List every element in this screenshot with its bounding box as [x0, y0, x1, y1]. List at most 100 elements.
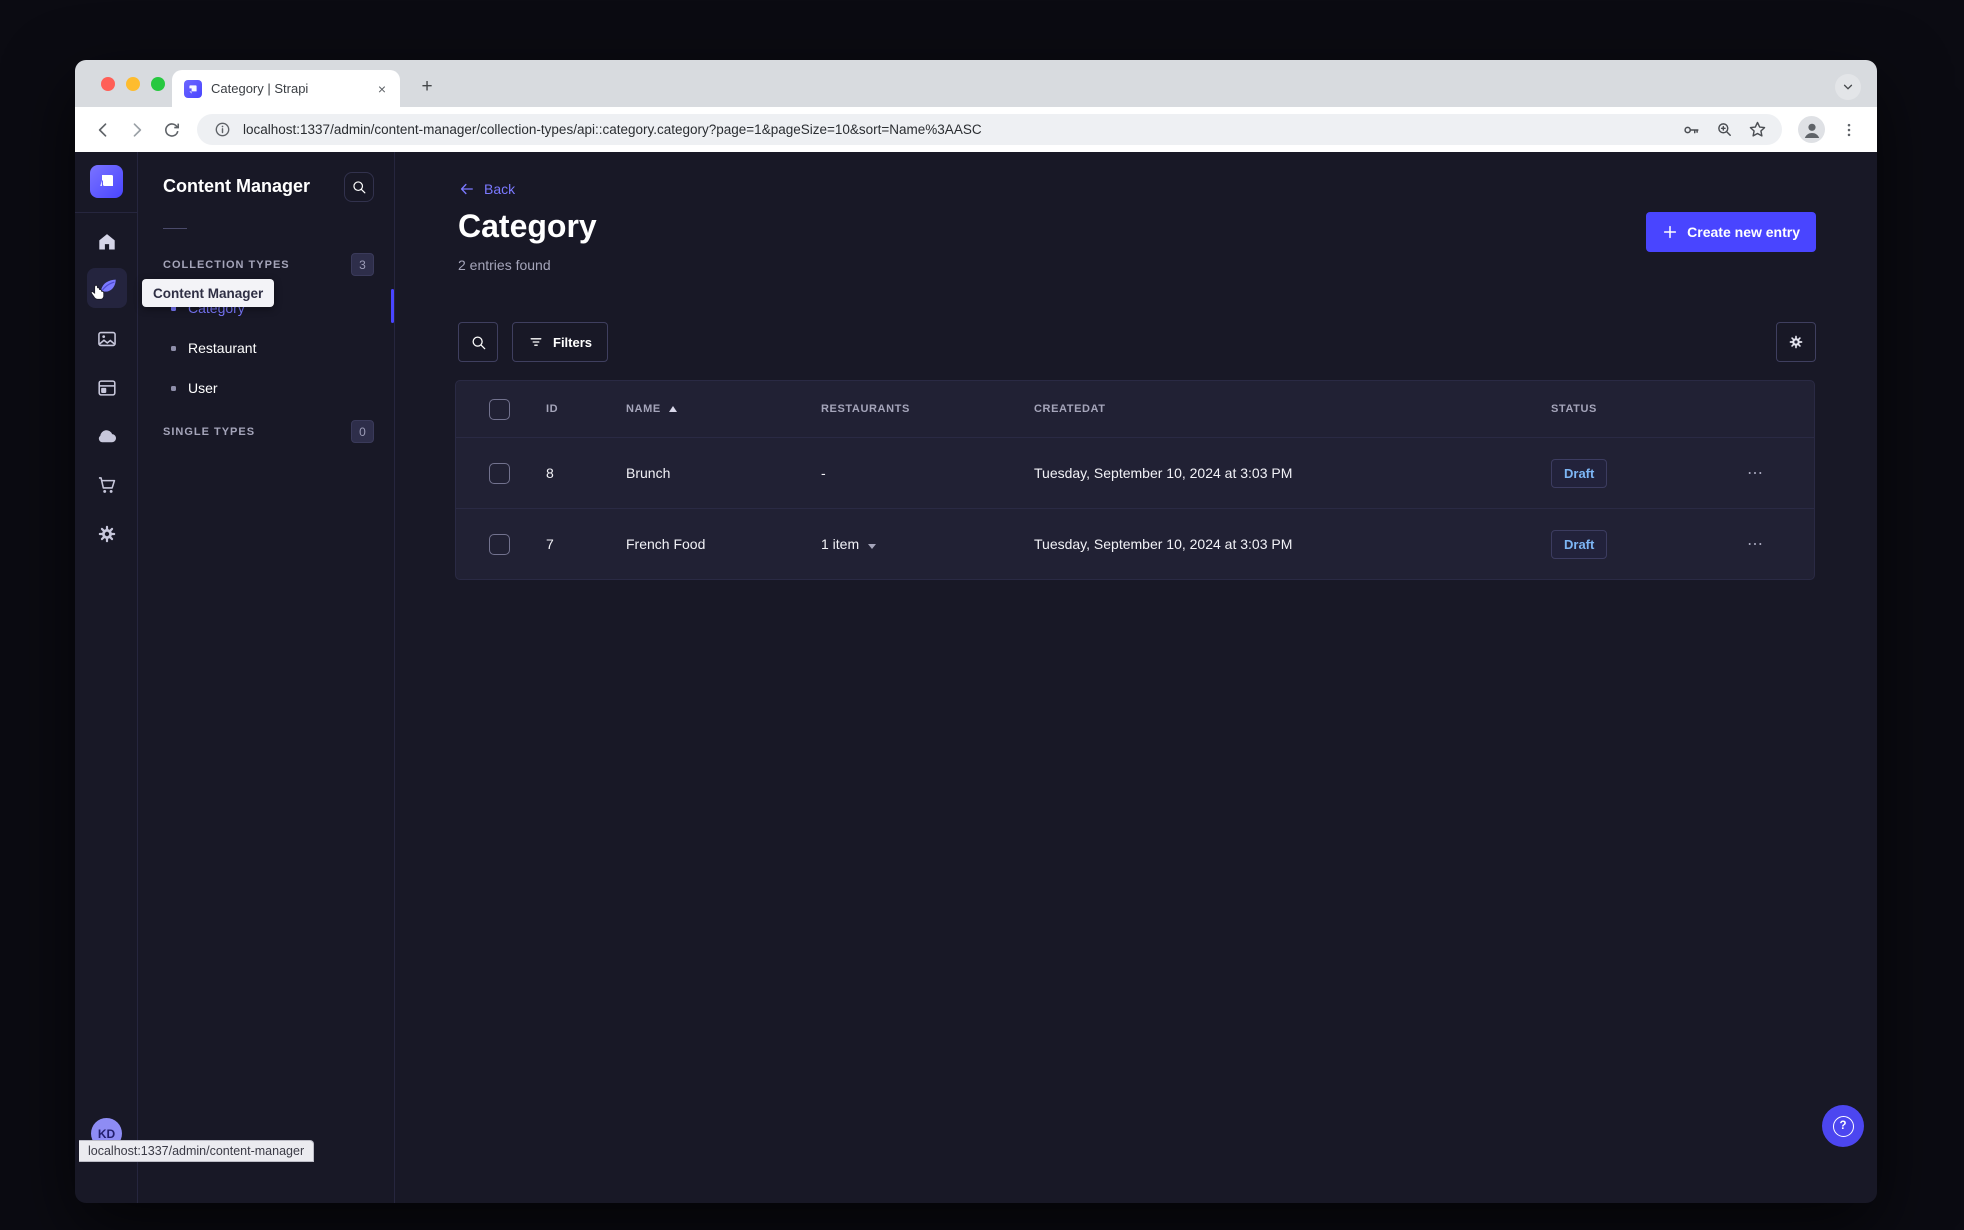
content-type-builder-icon — [98, 380, 116, 396]
sidebar-item-home[interactable] — [87, 222, 127, 262]
reload-icon — [164, 123, 179, 137]
cell-id: 8 — [546, 465, 554, 481]
table-header-row: ID NAME RESTAURANTS CREATEDAT STATUS — [456, 381, 1814, 437]
browser-window: Category | Strapi × + localhost:1337/adm… — [75, 60, 1877, 1203]
chevron-down-icon — [868, 544, 877, 549]
column-header-status[interactable]: STATUS — [1551, 403, 1741, 415]
tab-close-icon[interactable]: × — [376, 81, 388, 97]
row-actions-button[interactable]: ⋯ — [1741, 463, 1814, 483]
tab-strip: Category | Strapi × + — [75, 60, 1877, 107]
column-header-restaurants[interactable]: RESTAURANTS — [821, 403, 1034, 415]
filters-button-label: Filters — [553, 334, 593, 350]
view-settings-button[interactable] — [1776, 322, 1816, 362]
address-bar[interactable]: localhost:1337/admin/content-manager/col… — [197, 114, 1782, 145]
row-checkbox[interactable] — [489, 533, 510, 555]
search-icon — [472, 336, 485, 349]
column-header-createdat[interactable]: CREATEDAT — [1034, 403, 1551, 415]
password-manager-icon[interactable] — [1679, 118, 1703, 142]
row-actions-button[interactable]: ⋯ — [1741, 534, 1814, 554]
sidebar-item-deploy[interactable] — [87, 416, 127, 456]
row-checkbox[interactable] — [489, 462, 510, 484]
cell-name: Brunch — [626, 465, 671, 481]
back-button[interactable] — [87, 114, 119, 146]
link-preview-statusbar: localhost:1337/admin/content-manager — [79, 1140, 315, 1162]
column-header-id[interactable]: ID — [546, 403, 626, 415]
active-item-indicator — [391, 289, 394, 323]
back-link[interactable]: Back — [458, 180, 515, 198]
url-text[interactable]: localhost:1337/admin/content-manager/col… — [243, 122, 1670, 137]
close-window-button[interactable] — [101, 77, 115, 91]
browser-toolbar: localhost:1337/admin/content-manager/col… — [75, 107, 1877, 152]
page-title: Category — [458, 208, 597, 244]
list-search-button[interactable] — [458, 322, 498, 362]
search-icon — [353, 181, 366, 194]
create-new-entry-button[interactable]: Create new entry — [1646, 212, 1816, 252]
kebab-menu-icon — [1847, 123, 1851, 136]
sort-ascending-icon — [668, 406, 677, 412]
subnav-item-restaurant[interactable]: Restaurant — [138, 328, 394, 368]
media-library-icon — [98, 331, 116, 347]
sidebar-item-content-manager[interactable] — [87, 268, 127, 308]
window-controls — [101, 77, 165, 91]
bullet-icon — [171, 345, 176, 351]
create-new-entry-label: Create new entry — [1687, 224, 1800, 240]
shopping-cart-icon — [98, 477, 116, 493]
entries-count: 2 entries found — [458, 257, 551, 273]
single-types-count-badge: 0 — [351, 420, 374, 443]
subnav-title: Content Manager — [163, 176, 311, 196]
rail-divider — [75, 212, 137, 213]
fullscreen-window-button[interactable] — [151, 77, 165, 91]
select-all-checkbox[interactable] — [489, 398, 510, 420]
entries-table: ID NAME RESTAURANTS CREATEDAT STATUS 8 B… — [455, 380, 1815, 580]
column-header-name[interactable]: NAME — [626, 403, 821, 415]
sidebar-item-content-type-builder[interactable] — [87, 368, 127, 408]
bookmark-star-icon[interactable] — [1745, 118, 1769, 142]
status-badge: Draft — [1551, 529, 1608, 559]
question-mark-icon: ? — [1832, 1115, 1854, 1137]
category-list-view: Back Category 2 entries found Create new… — [395, 152, 1877, 1203]
strapi-admin: KD Content Manager COLLECTION TYPES 3 Ca… — [75, 152, 1877, 1203]
subnav-search-button[interactable] — [344, 172, 374, 202]
collection-types-label: COLLECTION TYPES — [163, 258, 290, 271]
minimize-window-button[interactable] — [126, 77, 140, 91]
content-manager-subnav: Content Manager COLLECTION TYPES 3 Categ… — [138, 152, 395, 1203]
cell-restaurants[interactable]: 1 item — [821, 536, 1034, 552]
strapi-logo[interactable] — [90, 165, 123, 198]
strapi-favicon — [184, 79, 202, 98]
person-icon — [1804, 123, 1819, 138]
subnav-item-user[interactable]: User — [138, 368, 394, 408]
browser-menu-button[interactable] — [1833, 114, 1865, 146]
subnav-item-label: Restaurant — [188, 340, 257, 356]
gear-icon — [98, 525, 116, 543]
back-arrow-icon — [460, 183, 473, 195]
table-row[interactable]: 8 Brunch - Tuesday, September 10, 2024 a… — [456, 437, 1814, 508]
cell-id: 7 — [546, 536, 554, 552]
cell-name: French Food — [626, 536, 706, 552]
help-button[interactable]: ? — [1822, 1105, 1864, 1147]
browser-profile-avatar[interactable] — [1798, 116, 1825, 143]
filters-button[interactable]: Filters — [512, 322, 609, 362]
cell-restaurants: - — [821, 465, 826, 481]
zoom-icon[interactable] — [1712, 118, 1736, 142]
new-tab-button[interactable]: + — [415, 75, 439, 99]
content-manager-tooltip: Content Manager — [142, 279, 275, 307]
browser-tab[interactable]: Category | Strapi × — [172, 70, 400, 107]
table-row[interactable]: 7 French Food 1 item Tuesday, September … — [456, 508, 1814, 579]
single-types-section: SINGLE TYPES 0 — [163, 420, 374, 443]
forward-button[interactable] — [121, 114, 153, 146]
cell-createdat: Tuesday, September 10, 2024 at 3:03 PM — [1034, 465, 1293, 481]
status-badge: Draft — [1551, 458, 1608, 488]
sidebar-item-marketplace[interactable] — [87, 465, 127, 505]
desktop: Category | Strapi × + localhost:1337/adm… — [0, 0, 1964, 1230]
filter-icon — [530, 338, 542, 346]
back-link-label: Back — [484, 181, 516, 197]
column-header-name-label: NAME — [626, 403, 661, 415]
page-info-icon[interactable] — [210, 118, 234, 142]
sidebar-item-settings[interactable] — [87, 514, 127, 554]
reload-button[interactable] — [155, 114, 187, 146]
subnav-divider — [163, 228, 187, 229]
tab-search-button[interactable] — [1835, 74, 1861, 100]
sidebar-item-media-library[interactable] — [87, 319, 127, 359]
collection-types-section: COLLECTION TYPES 3 — [163, 253, 374, 276]
mouse-hand-cursor — [90, 284, 105, 300]
